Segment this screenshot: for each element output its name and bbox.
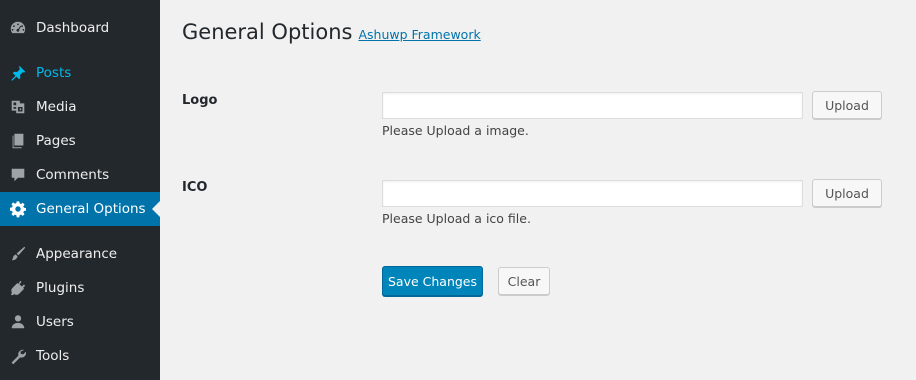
pushpin-icon — [9, 64, 27, 82]
admin-sidebar: Dashboard Posts Media Pages Comments Gen… — [0, 0, 160, 380]
menu-item-dashboard[interactable]: Dashboard — [0, 11, 160, 45]
logo-input[interactable] — [382, 92, 803, 119]
comment-icon — [9, 166, 27, 184]
ico-label: ICO — [182, 180, 208, 195]
menu-label: Media — [36, 99, 77, 115]
menu-item-pages[interactable]: Pages — [0, 124, 160, 158]
menu-label: Appearance — [36, 246, 118, 262]
page-title: General Options — [182, 20, 353, 44]
save-changes-button[interactable]: Save Changes — [382, 266, 483, 296]
menu-label: Dashboard — [36, 20, 110, 36]
media-icon — [9, 98, 27, 116]
gear-icon — [9, 200, 27, 218]
dashboard-icon — [9, 19, 27, 37]
logo-upload-button[interactable]: Upload — [812, 91, 882, 119]
menu-label: Comments — [36, 167, 110, 183]
menu-item-posts[interactable]: Posts — [0, 56, 160, 90]
menu-label: General Options — [36, 201, 146, 217]
paintbrush-icon — [9, 245, 27, 263]
menu-label: Pages — [36, 133, 76, 149]
menu-item-plugins[interactable]: Plugins — [0, 271, 160, 305]
page-heading: General Options Ashuwp Framework — [182, 20, 481, 44]
plugin-icon — [9, 279, 27, 297]
menu-item-general-options[interactable]: General Options — [0, 192, 160, 226]
menu-label: Posts — [36, 65, 72, 81]
pages-icon — [9, 132, 27, 150]
ico-input[interactable] — [382, 180, 803, 207]
menu-item-tools[interactable]: Tools — [0, 339, 160, 373]
menu-label: Users — [36, 314, 74, 330]
framework-link[interactable]: Ashuwp Framework — [358, 27, 480, 42]
ico-upload-button[interactable]: Upload — [812, 179, 882, 207]
logo-hint: Please Upload a image. — [382, 123, 529, 138]
menu-item-users[interactable]: Users — [0, 305, 160, 339]
menu-item-media[interactable]: Media — [0, 90, 160, 124]
wrench-icon — [9, 347, 27, 365]
menu-label: Plugins — [36, 280, 85, 296]
main-content: General Options Ashuwp Framework Logo Up… — [160, 0, 916, 380]
ico-hint: Please Upload a ico file. — [382, 211, 531, 226]
menu-item-appearance[interactable]: Appearance — [0, 237, 160, 271]
menu-label: Tools — [36, 348, 70, 364]
logo-label: Logo — [182, 93, 218, 108]
menu-item-comments[interactable]: Comments — [0, 158, 160, 192]
user-icon — [9, 313, 27, 331]
clear-button[interactable]: Clear — [498, 267, 550, 295]
